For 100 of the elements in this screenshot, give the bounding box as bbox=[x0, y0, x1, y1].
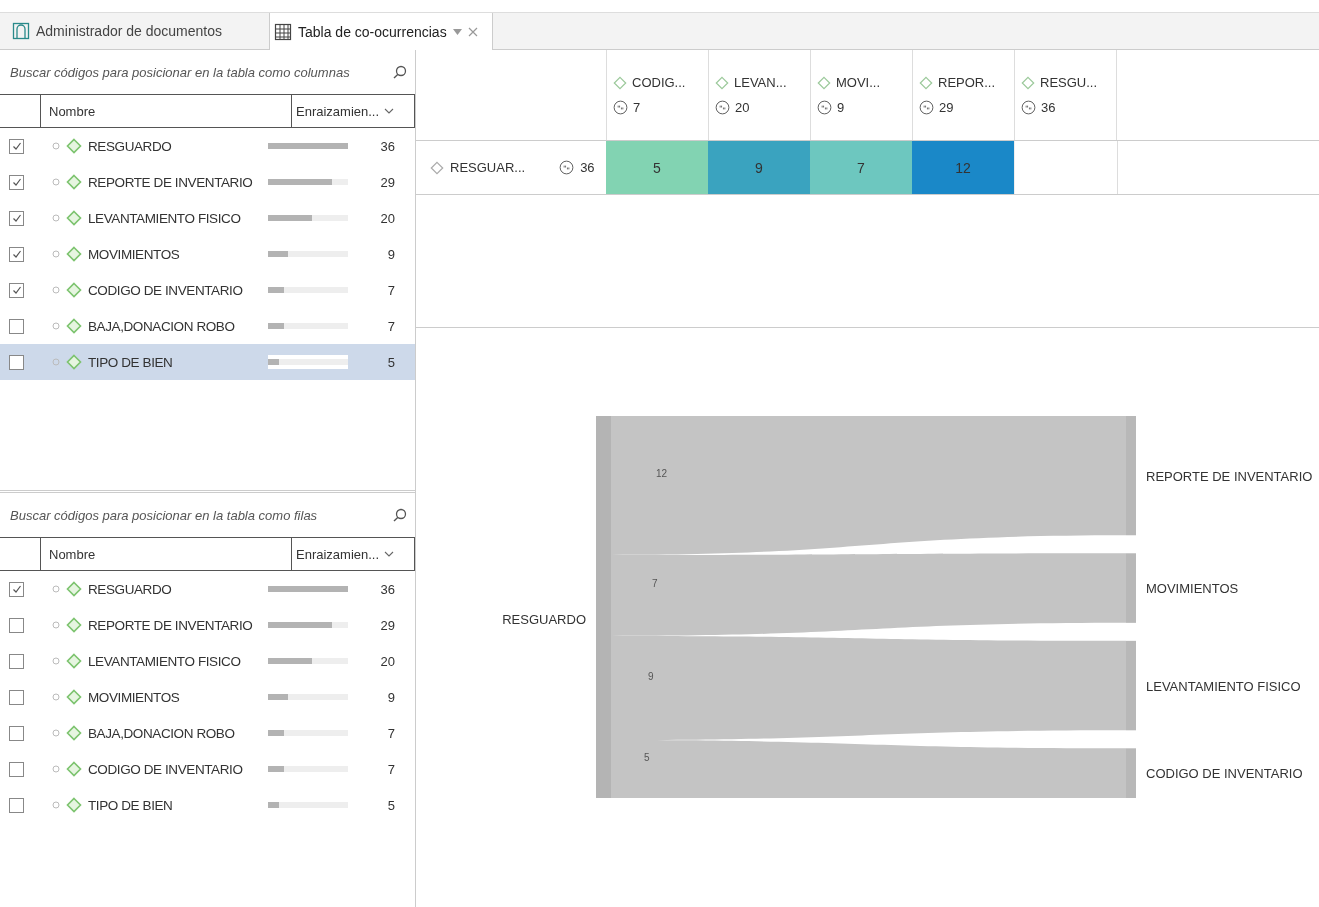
close-icon[interactable] bbox=[467, 26, 478, 37]
code-row[interactable]: MOVIMIENTOS 9 bbox=[0, 236, 415, 272]
code-name: REPORTE DE INVENTARIO bbox=[88, 617, 254, 633]
checkbox[interactable] bbox=[9, 174, 24, 190]
code-count: 29 bbox=[380, 617, 395, 633]
checkbox[interactable] bbox=[9, 210, 24, 226]
code-row[interactable]: TIPO DE BIEN 5 bbox=[0, 344, 415, 380]
circle-icon bbox=[52, 286, 60, 294]
code-name: CODIG... bbox=[632, 75, 686, 90]
code-name: CODIGO DE INVENTARIO bbox=[88, 282, 244, 298]
code-diamond-icon bbox=[66, 797, 82, 813]
chevron-down-icon bbox=[384, 551, 395, 557]
code-diamond-icon bbox=[66, 617, 82, 633]
code-name: TIPO DE BIEN bbox=[88, 354, 174, 370]
cooccurrence-cell[interactable]: 9 bbox=[708, 141, 810, 194]
code-diamond-icon bbox=[66, 174, 82, 190]
checkbox[interactable] bbox=[9, 725, 24, 741]
code-row[interactable]: RESGUARDO 36 bbox=[0, 571, 415, 607]
code-row[interactable]: LEVANTAMIENTO FISICO 20 bbox=[0, 200, 415, 236]
tab[interactable]: Tabla de co-ocurrencias bbox=[270, 13, 493, 50]
search-icon[interactable] bbox=[393, 65, 407, 79]
circle-icon bbox=[52, 322, 60, 330]
circle-icon bbox=[52, 358, 60, 366]
code-name: REPOR... bbox=[938, 75, 996, 90]
code-name: RESGU... bbox=[1040, 75, 1098, 90]
circle-icon bbox=[52, 657, 60, 665]
code-diamond-icon bbox=[66, 354, 82, 370]
code-row[interactable]: REPORTE DE INVENTARIO 29 bbox=[0, 164, 415, 200]
search-icon[interactable] bbox=[393, 508, 407, 522]
checkbox[interactable] bbox=[9, 282, 24, 298]
check-icon bbox=[10, 176, 23, 188]
code-diamond-icon bbox=[66, 246, 82, 262]
column-header[interactable]: LEVAN... 20 bbox=[708, 50, 810, 140]
code-row[interactable]: MOVIMIENTOS 9 bbox=[0, 679, 415, 715]
code-row[interactable]: BAJA,DONACION ROBO 7 bbox=[0, 308, 415, 344]
checkbox[interactable] bbox=[9, 138, 24, 154]
target-label: MOVIMIENTOS bbox=[1146, 581, 1239, 597]
code-count: 5 bbox=[387, 354, 395, 370]
code-count: 5 bbox=[387, 797, 395, 813]
checkbox[interactable] bbox=[9, 617, 24, 633]
flow-value: 7 bbox=[652, 578, 658, 590]
code-name: LEVAN... bbox=[734, 75, 787, 90]
code-name: RESGUARDO bbox=[88, 581, 173, 597]
check-icon bbox=[10, 284, 23, 296]
code-row[interactable]: BAJA,DONACION ROBO 7 bbox=[0, 715, 415, 751]
code-row[interactable]: RESGUARDO 36 bbox=[0, 128, 415, 164]
code-name: LEVANTAMIENTO FISICO bbox=[88, 210, 242, 226]
code-row[interactable]: CODIGO DE INVENTARIO 7 bbox=[0, 751, 415, 787]
code-diamond-icon bbox=[715, 75, 729, 90]
checkbox[interactable] bbox=[9, 761, 24, 777]
code-row[interactable]: TIPO DE BIEN 5 bbox=[0, 787, 415, 823]
column-header[interactable]: CODIG... 7 bbox=[606, 50, 708, 140]
check-icon bbox=[10, 212, 23, 224]
column-header[interactable]: Nombre bbox=[41, 538, 292, 570]
checkbox[interactable] bbox=[9, 246, 24, 262]
code-count: 36 bbox=[1041, 100, 1056, 115]
column-header[interactable]: Nombre bbox=[41, 95, 292, 127]
code-diamond-icon bbox=[919, 75, 933, 90]
code-name: MOVIMIENTOS bbox=[88, 246, 181, 262]
code-row[interactable]: LEVANTAMIENTO FISICO 20 bbox=[0, 643, 415, 679]
code-count: 7 bbox=[387, 761, 395, 777]
checkbox[interactable] bbox=[9, 689, 24, 705]
code-diamond-icon bbox=[66, 318, 82, 334]
quote-circle-icon bbox=[919, 100, 934, 115]
column-header[interactable]: RESGU... 36 bbox=[1014, 50, 1116, 140]
checkbox[interactable] bbox=[9, 653, 24, 669]
quote-circle-icon bbox=[1021, 100, 1036, 115]
checkbox[interactable] bbox=[9, 354, 24, 370]
column-header[interactable]: REPOR... 29 bbox=[912, 50, 1014, 140]
check-icon bbox=[10, 248, 23, 260]
code-count: 20 bbox=[380, 653, 395, 669]
code-row[interactable]: REPORTE DE INVENTARIO 29 bbox=[0, 607, 415, 643]
cooccurrence-cell[interactable]: 5 bbox=[606, 141, 708, 194]
code-row[interactable]: CODIGO DE INVENTARIO 7 bbox=[0, 272, 415, 308]
circle-icon bbox=[52, 621, 60, 629]
checkbox[interactable] bbox=[9, 797, 24, 813]
checkbox[interactable] bbox=[9, 581, 24, 597]
code-count: 29 bbox=[939, 100, 954, 115]
target-label: CODIGO DE INVENTARIO bbox=[1146, 766, 1303, 782]
column-header[interactable]: Enraizamien... bbox=[292, 538, 415, 570]
column-header[interactable]: MOVI... 9 bbox=[810, 50, 912, 140]
quote-circle-icon bbox=[559, 160, 575, 175]
cooccurrence-cell[interactable]: 7 bbox=[810, 141, 912, 194]
target-node bbox=[1126, 553, 1136, 623]
dropdown-icon[interactable] bbox=[452, 28, 462, 35]
row-header: RESGUAR... bbox=[450, 160, 526, 175]
code-diamond-icon bbox=[430, 160, 444, 175]
checkbox[interactable] bbox=[9, 318, 24, 334]
source-label: RESGUARDO bbox=[502, 612, 586, 627]
check-icon bbox=[10, 583, 23, 595]
search-field[interactable]: Buscar códigos para posicionar en la tabla como columnas bbox=[8, 63, 389, 81]
code-name: BAJA,DONACION ROBO bbox=[88, 318, 236, 334]
search-field[interactable]: Buscar códigos para posicionar en la tabla como filas bbox=[8, 506, 389, 524]
target-label: LEVANTAMIENTO FISICO bbox=[1146, 678, 1301, 694]
code-diamond-icon bbox=[66, 653, 82, 669]
code-count: 7 bbox=[633, 100, 641, 115]
code-count: 9 bbox=[837, 100, 845, 115]
code-name: RESGUARDO bbox=[88, 138, 173, 154]
column-header[interactable]: Enraizamien... bbox=[292, 95, 415, 127]
circle-icon bbox=[52, 693, 60, 701]
